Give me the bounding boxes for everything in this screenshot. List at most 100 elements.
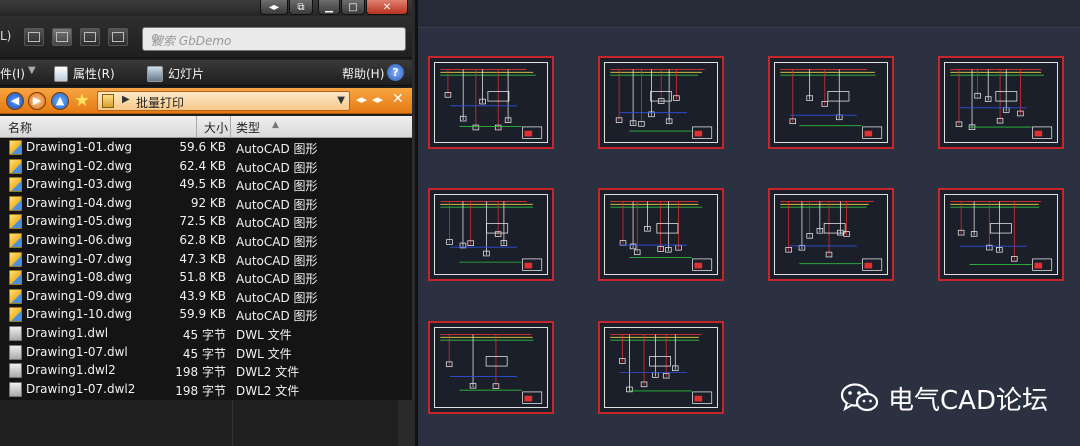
dwg-file-icon bbox=[9, 233, 22, 248]
file-size: 59.6 KB bbox=[179, 140, 226, 154]
close-address-icon[interactable]: ✕ bbox=[392, 91, 404, 107]
file-size: 72.5 KB bbox=[179, 214, 226, 229]
properties-label: 属性(R) bbox=[73, 67, 115, 81]
schematic-wiring bbox=[610, 201, 713, 271]
file-type: AutoCAD 图形 bbox=[236, 179, 318, 194]
file-row[interactable]: Drawing1-07.dwl 45 字节 DWL 文件 bbox=[0, 343, 412, 362]
preview-pane-icon[interactable] bbox=[108, 28, 128, 46]
dwg-file-icon bbox=[9, 195, 22, 211]
file-name: Drawing1-07.dwl bbox=[26, 344, 128, 359]
drawing-sheet-thumbnail[interactable] bbox=[598, 188, 724, 281]
dwg-file-icon bbox=[9, 251, 22, 267]
explorer-footer bbox=[0, 400, 412, 446]
file-size: 198 字节 bbox=[175, 383, 226, 398]
drawing-sheet-thumbnail[interactable] bbox=[428, 321, 554, 414]
list-view-icon[interactable] bbox=[24, 28, 44, 46]
file-type: AutoCAD 图形 bbox=[236, 197, 318, 212]
file-name: Drawing1-04.dwg bbox=[26, 195, 132, 210]
dwg-file-icon bbox=[9, 158, 22, 174]
file-type: AutoCAD 图形 bbox=[236, 216, 318, 231]
address-field[interactable]: ▶ 批量打印 ▼ bbox=[97, 91, 350, 111]
schematic-wiring bbox=[440, 69, 543, 139]
file-name: Drawing1.dwl bbox=[26, 326, 109, 340]
file-name: Drawing1-08.dwg bbox=[26, 270, 132, 285]
file-row[interactable]: Drawing1-03.dwg 49.5 KB AutoCAD 图形 bbox=[0, 175, 412, 194]
next-arrows-icon[interactable]: ◂▸ bbox=[372, 93, 383, 106]
column-size-header[interactable]: 大小 bbox=[204, 119, 228, 136]
dwg-file-icon bbox=[9, 307, 22, 323]
file-row[interactable]: Drawing1-07.dwg 47.3 KB AutoCAD 图形 bbox=[0, 250, 412, 269]
drawing-sheet-thumbnail[interactable] bbox=[768, 56, 894, 149]
view-toolbar-label: L) bbox=[0, 29, 12, 43]
file-type: AutoCAD 图形 bbox=[236, 272, 318, 287]
resize-arrows-icon[interactable]: ◂▸ bbox=[260, 0, 288, 15]
help-menu-button[interactable]: 帮助(H) bbox=[342, 65, 384, 82]
up-folder-button[interactable]: ▲ bbox=[51, 92, 69, 110]
file-row[interactable]: Drawing1-05.dwg 72.5 KB AutoCAD 图形 bbox=[0, 212, 412, 231]
drawing-sheet-thumbnail[interactable] bbox=[768, 188, 894, 281]
details-view-icon[interactable] bbox=[52, 28, 72, 46]
address-dropdown-icon[interactable]: ▼ bbox=[337, 95, 345, 106]
dwg-file-icon bbox=[9, 140, 22, 155]
file-name: Drawing1-07.dwg bbox=[26, 251, 132, 266]
chevron-down-icon[interactable]: ▼ bbox=[28, 65, 36, 76]
help-menu-label: 帮助(H) bbox=[342, 67, 385, 81]
column-name-header[interactable]: 名称 bbox=[8, 119, 32, 136]
column-type-header[interactable]: 类型 bbox=[236, 119, 260, 136]
favorites-star-icon[interactable]: ★ bbox=[74, 90, 90, 111]
minimize-button[interactable]: ▁ bbox=[318, 0, 340, 15]
file-row[interactable]: Drawing1-04.dwg 92 KB AutoCAD 图形 bbox=[0, 194, 412, 213]
vertical-scrollbar[interactable] bbox=[398, 400, 412, 446]
file-type: AutoCAD 图形 bbox=[236, 253, 318, 268]
search-icon[interactable]: ⚲ bbox=[151, 32, 399, 46]
file-row[interactable]: Drawing1.dwl 45 字节 DWL 文件 bbox=[0, 324, 412, 343]
slideshow-icon bbox=[147, 65, 163, 82]
file-row[interactable]: Drawing1-08.dwg 51.8 KB AutoCAD 图形 bbox=[0, 268, 412, 287]
file-type: AutoCAD 图形 bbox=[236, 235, 318, 249]
file-row[interactable]: Drawing1-02.dwg 62.4 KB AutoCAD 图形 bbox=[0, 157, 412, 176]
previous-arrows-icon[interactable]: ◂▸ bbox=[356, 93, 367, 106]
breadcrumb-separator-icon[interactable]: ▶ bbox=[122, 94, 130, 105]
file-row[interactable]: Drawing1.dwl2 198 字节 DWL2 文件 bbox=[0, 361, 412, 380]
schematic-wiring bbox=[780, 69, 883, 139]
column-divider[interactable] bbox=[196, 116, 197, 138]
forward-button[interactable]: ▶ bbox=[28, 92, 46, 110]
slideshow-button[interactable]: 幻灯片 bbox=[147, 65, 204, 82]
file-size: 59.9 KB bbox=[179, 307, 226, 322]
drawing-sheet-thumbnail[interactable] bbox=[598, 321, 724, 414]
tiles-view-icon[interactable] bbox=[80, 28, 100, 46]
file-row[interactable]: Drawing1-07.dwl2 198 字节 DWL2 文件 bbox=[0, 380, 412, 399]
close-button[interactable]: ✕ bbox=[366, 0, 408, 15]
schematic-wiring bbox=[440, 334, 543, 404]
back-button[interactable]: ◀ bbox=[6, 92, 24, 110]
drawing-sheet-thumbnail[interactable] bbox=[428, 56, 554, 149]
schematic-wiring bbox=[440, 201, 543, 271]
file-row[interactable]: Drawing1-01.dwg 59.6 KB AutoCAD 图形 bbox=[0, 138, 412, 157]
file-row[interactable]: Drawing1-06.dwg 62.8 KB AutoCAD 图形 bbox=[0, 231, 412, 250]
drawing-sheet-thumbnail[interactable] bbox=[598, 56, 724, 149]
file-row[interactable]: Drawing1-10.dwg 59.9 KB AutoCAD 图形 bbox=[0, 305, 412, 324]
drawing-sheet-thumbnail[interactable] bbox=[938, 56, 1064, 149]
file-row[interactable]: Drawing1-09.dwg 43.9 KB AutoCAD 图形 bbox=[0, 287, 412, 306]
column-divider[interactable] bbox=[230, 116, 231, 138]
maximize-button[interactable]: □ bbox=[341, 0, 365, 15]
cad-top-strip bbox=[418, 0, 1080, 28]
drawing-sheet-thumbnail[interactable] bbox=[428, 188, 554, 281]
search-input[interactable]: 搜索 GbDemo ⚲ bbox=[142, 27, 406, 51]
dwg-file-icon bbox=[9, 177, 22, 193]
file-name: Drawing1-09.dwg bbox=[26, 288, 132, 303]
file-explorer-window: ◂▸ ⧉ ▁ □ ✕ L) 搜索 GbDemo ⚲ 件(I) ▼ 属性(R) 幻… bbox=[0, 0, 412, 446]
file-size: 62.8 KB bbox=[179, 233, 226, 247]
file-size: 198 字节 bbox=[175, 365, 226, 380]
breadcrumb-current-folder[interactable]: 批量打印 bbox=[136, 94, 184, 111]
drawing-sheet-thumbnail[interactable] bbox=[938, 188, 1064, 281]
sort-ascending-icon: ▲ bbox=[272, 120, 279, 130]
window-mode-icon[interactable]: ⧉ bbox=[289, 0, 313, 15]
properties-button[interactable]: 属性(R) bbox=[54, 65, 115, 82]
slideshow-label: 幻灯片 bbox=[168, 67, 205, 81]
file-menu-button[interactable]: 件(I) bbox=[0, 65, 25, 82]
help-icon[interactable]: ? bbox=[387, 64, 404, 81]
schematic-wiring bbox=[950, 69, 1053, 139]
divider bbox=[232, 400, 233, 446]
properties-icon bbox=[54, 65, 68, 82]
